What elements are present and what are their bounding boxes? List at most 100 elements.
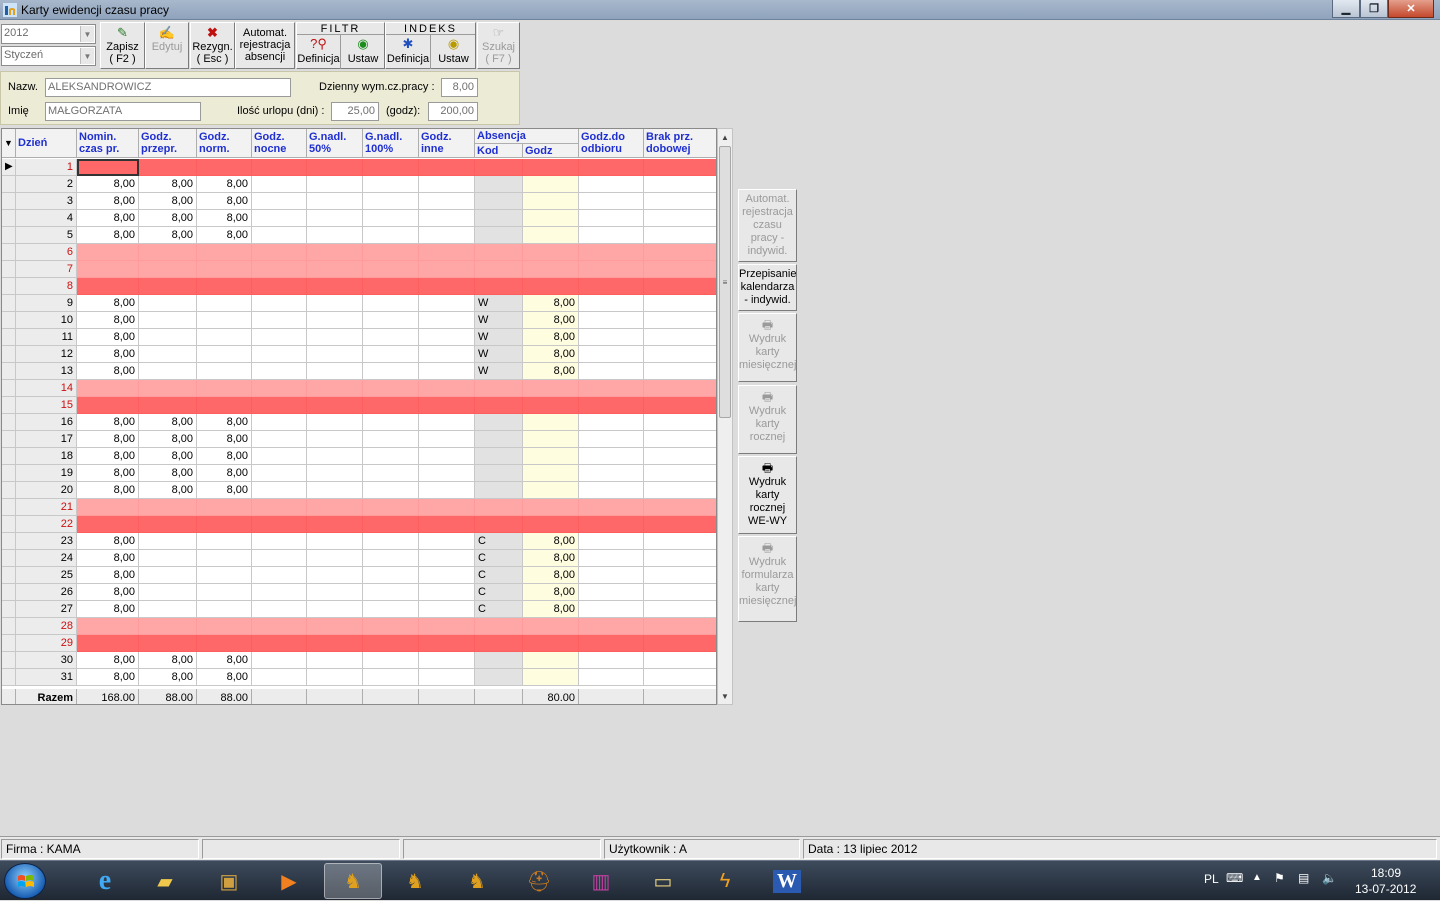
grid-cell-n[interactable]: 8,00 (77, 295, 139, 312)
grid-cell-m[interactable] (197, 516, 252, 533)
grid-cell-empty[interactable] (579, 329, 644, 346)
grid-cell-empty[interactable] (579, 618, 644, 635)
grid-cell-empty[interactable] (579, 380, 644, 397)
grid-cell-d[interactable]: 23 (16, 533, 77, 550)
grid-cell-empty[interactable] (419, 567, 475, 584)
grid-cell-empty[interactable] (307, 397, 363, 414)
grid-cell-k[interactable] (475, 244, 523, 261)
grid-cell-empty[interactable] (644, 533, 716, 550)
grid-cell-n[interactable]: 8,00 (77, 176, 139, 193)
grid-cell-empty[interactable] (363, 261, 419, 278)
grid-cell-empty[interactable] (644, 414, 716, 431)
grid-cell-g[interactable] (523, 261, 579, 278)
grid-cell-empty[interactable] (579, 159, 644, 176)
grid-cell-p[interactable] (139, 244, 197, 261)
grid-cell-empty[interactable] (419, 261, 475, 278)
grid-cell-empty[interactable] (252, 601, 307, 618)
grid-cell-empty[interactable] (644, 397, 716, 414)
grid-cell-empty[interactable] (252, 414, 307, 431)
taskbar-dosbox[interactable]: ▣ (200, 863, 258, 899)
table-row[interactable]: 10 8,00 W 8,00 (2, 312, 716, 329)
grid-cell-empty[interactable] (644, 516, 716, 533)
show-hidden-icons-icon[interactable]: ▲ (1252, 872, 1262, 883)
grid-cell-empty[interactable] (419, 550, 475, 567)
grid-cell-p[interactable] (139, 550, 197, 567)
scroll-thumb[interactable]: ≡ (719, 146, 731, 418)
grid-cell-n[interactable] (77, 159, 139, 176)
grid-cell-empty[interactable] (419, 499, 475, 516)
grid-cell-n[interactable]: 8,00 (77, 227, 139, 244)
grid-cell-p[interactable] (139, 567, 197, 584)
filter-definition-button[interactable]: ?⚲ Definicja (297, 35, 341, 69)
grid-cell-empty[interactable] (644, 635, 716, 652)
grid-cell-k[interactable] (475, 448, 523, 465)
grid-cell-m[interactable]: 8,00 (197, 465, 252, 482)
taskbar-ie[interactable]: e (76, 863, 134, 899)
grid-cell-empty[interactable] (252, 363, 307, 380)
table-row[interactable]: 18 8,00 8,00 8,00 (2, 448, 716, 465)
grid-cell-g[interactable] (523, 652, 579, 669)
grid-cell-p[interactable] (139, 618, 197, 635)
clock-time[interactable]: 18:09 (1371, 866, 1401, 880)
daily-hours-field[interactable]: 8,00 (441, 78, 478, 97)
grid-cell-empty[interactable] (579, 176, 644, 193)
grid-cell-k[interactable]: W (475, 329, 523, 346)
header-absence[interactable]: Absencja (475, 129, 579, 144)
rewrite-calendar-button[interactable]: Przepisanie kalendarza - indywid. (738, 264, 797, 311)
grid-cell-empty[interactable] (363, 516, 419, 533)
grid-cell-empty[interactable] (419, 244, 475, 261)
taskbar-app-2[interactable]: ♞ (386, 863, 444, 899)
grid-cell-m[interactable] (197, 533, 252, 550)
grid-cell-empty[interactable] (252, 516, 307, 533)
grid-cell-empty[interactable] (644, 244, 716, 261)
grid-cell-m[interactable]: 8,00 (197, 431, 252, 448)
taskbar-card-app[interactable]: ▭ (634, 863, 692, 899)
print-yearly-card-button[interactable]: 🖶 Wydruk karty rocznej (738, 385, 797, 454)
grid-cell-k[interactable] (475, 159, 523, 176)
grid-cell-empty[interactable] (579, 516, 644, 533)
grid-cell-empty[interactable] (363, 380, 419, 397)
grid-cell-k[interactable] (475, 669, 523, 686)
grid-cell-empty[interactable] (252, 482, 307, 499)
grid-cell-g[interactable]: 8,00 (523, 312, 579, 329)
table-row[interactable]: 16 8,00 8,00 8,00 (2, 414, 716, 431)
network-icon[interactable]: ▤ (1298, 871, 1309, 885)
grid-cell-empty[interactable] (307, 193, 363, 210)
grid-cell-m[interactable] (197, 601, 252, 618)
taskbar-word[interactable]: W (758, 863, 816, 899)
grid-cell-empty[interactable] (644, 448, 716, 465)
grid-cell-empty[interactable] (419, 635, 475, 652)
grid-cell-k[interactable]: W (475, 346, 523, 363)
grid-cell-empty[interactable] (363, 329, 419, 346)
grid-cell-empty[interactable] (579, 448, 644, 465)
table-row[interactable]: 25 8,00 C 8,00 (2, 567, 716, 584)
grid-cell-g[interactable] (523, 414, 579, 431)
grid-cell-empty[interactable] (644, 227, 716, 244)
grid-cell-empty[interactable] (579, 533, 644, 550)
grid-cell-m[interactable]: 8,00 (197, 652, 252, 669)
grid-cell-empty[interactable] (252, 669, 307, 686)
grid-cell-d[interactable]: 22 (16, 516, 77, 533)
grid-cell-empty[interactable] (363, 193, 419, 210)
grid-cell-d[interactable]: 14 (16, 380, 77, 397)
grid-cell-empty[interactable] (363, 278, 419, 295)
cancel-button[interactable]: ✖ Rezygn. ( Esc ) (190, 22, 235, 69)
table-row[interactable]: 20 8,00 8,00 8,00 (2, 482, 716, 499)
grid-cell-d[interactable]: 11 (16, 329, 77, 346)
grid-cell-m[interactable] (197, 295, 252, 312)
grid-cell-d[interactable]: 4 (16, 210, 77, 227)
grid-cell-empty[interactable] (419, 652, 475, 669)
grid-cell-m[interactable] (197, 584, 252, 601)
grid-cell-empty[interactable] (307, 380, 363, 397)
grid-cell-empty[interactable] (579, 669, 644, 686)
grid-cell-g[interactable] (523, 448, 579, 465)
minimize-button[interactable]: ▁ (1332, 0, 1360, 18)
grid-cell-empty[interactable] (307, 363, 363, 380)
grid-cell-empty[interactable] (252, 261, 307, 278)
grid-cell-m[interactable] (197, 380, 252, 397)
grid-cell-empty[interactable] (419, 431, 475, 448)
table-row[interactable]: 15 (2, 397, 716, 414)
grid-cell-empty[interactable] (252, 193, 307, 210)
grid-cell-n[interactable]: 8,00 (77, 550, 139, 567)
grid-cell-d[interactable]: 8 (16, 278, 77, 295)
